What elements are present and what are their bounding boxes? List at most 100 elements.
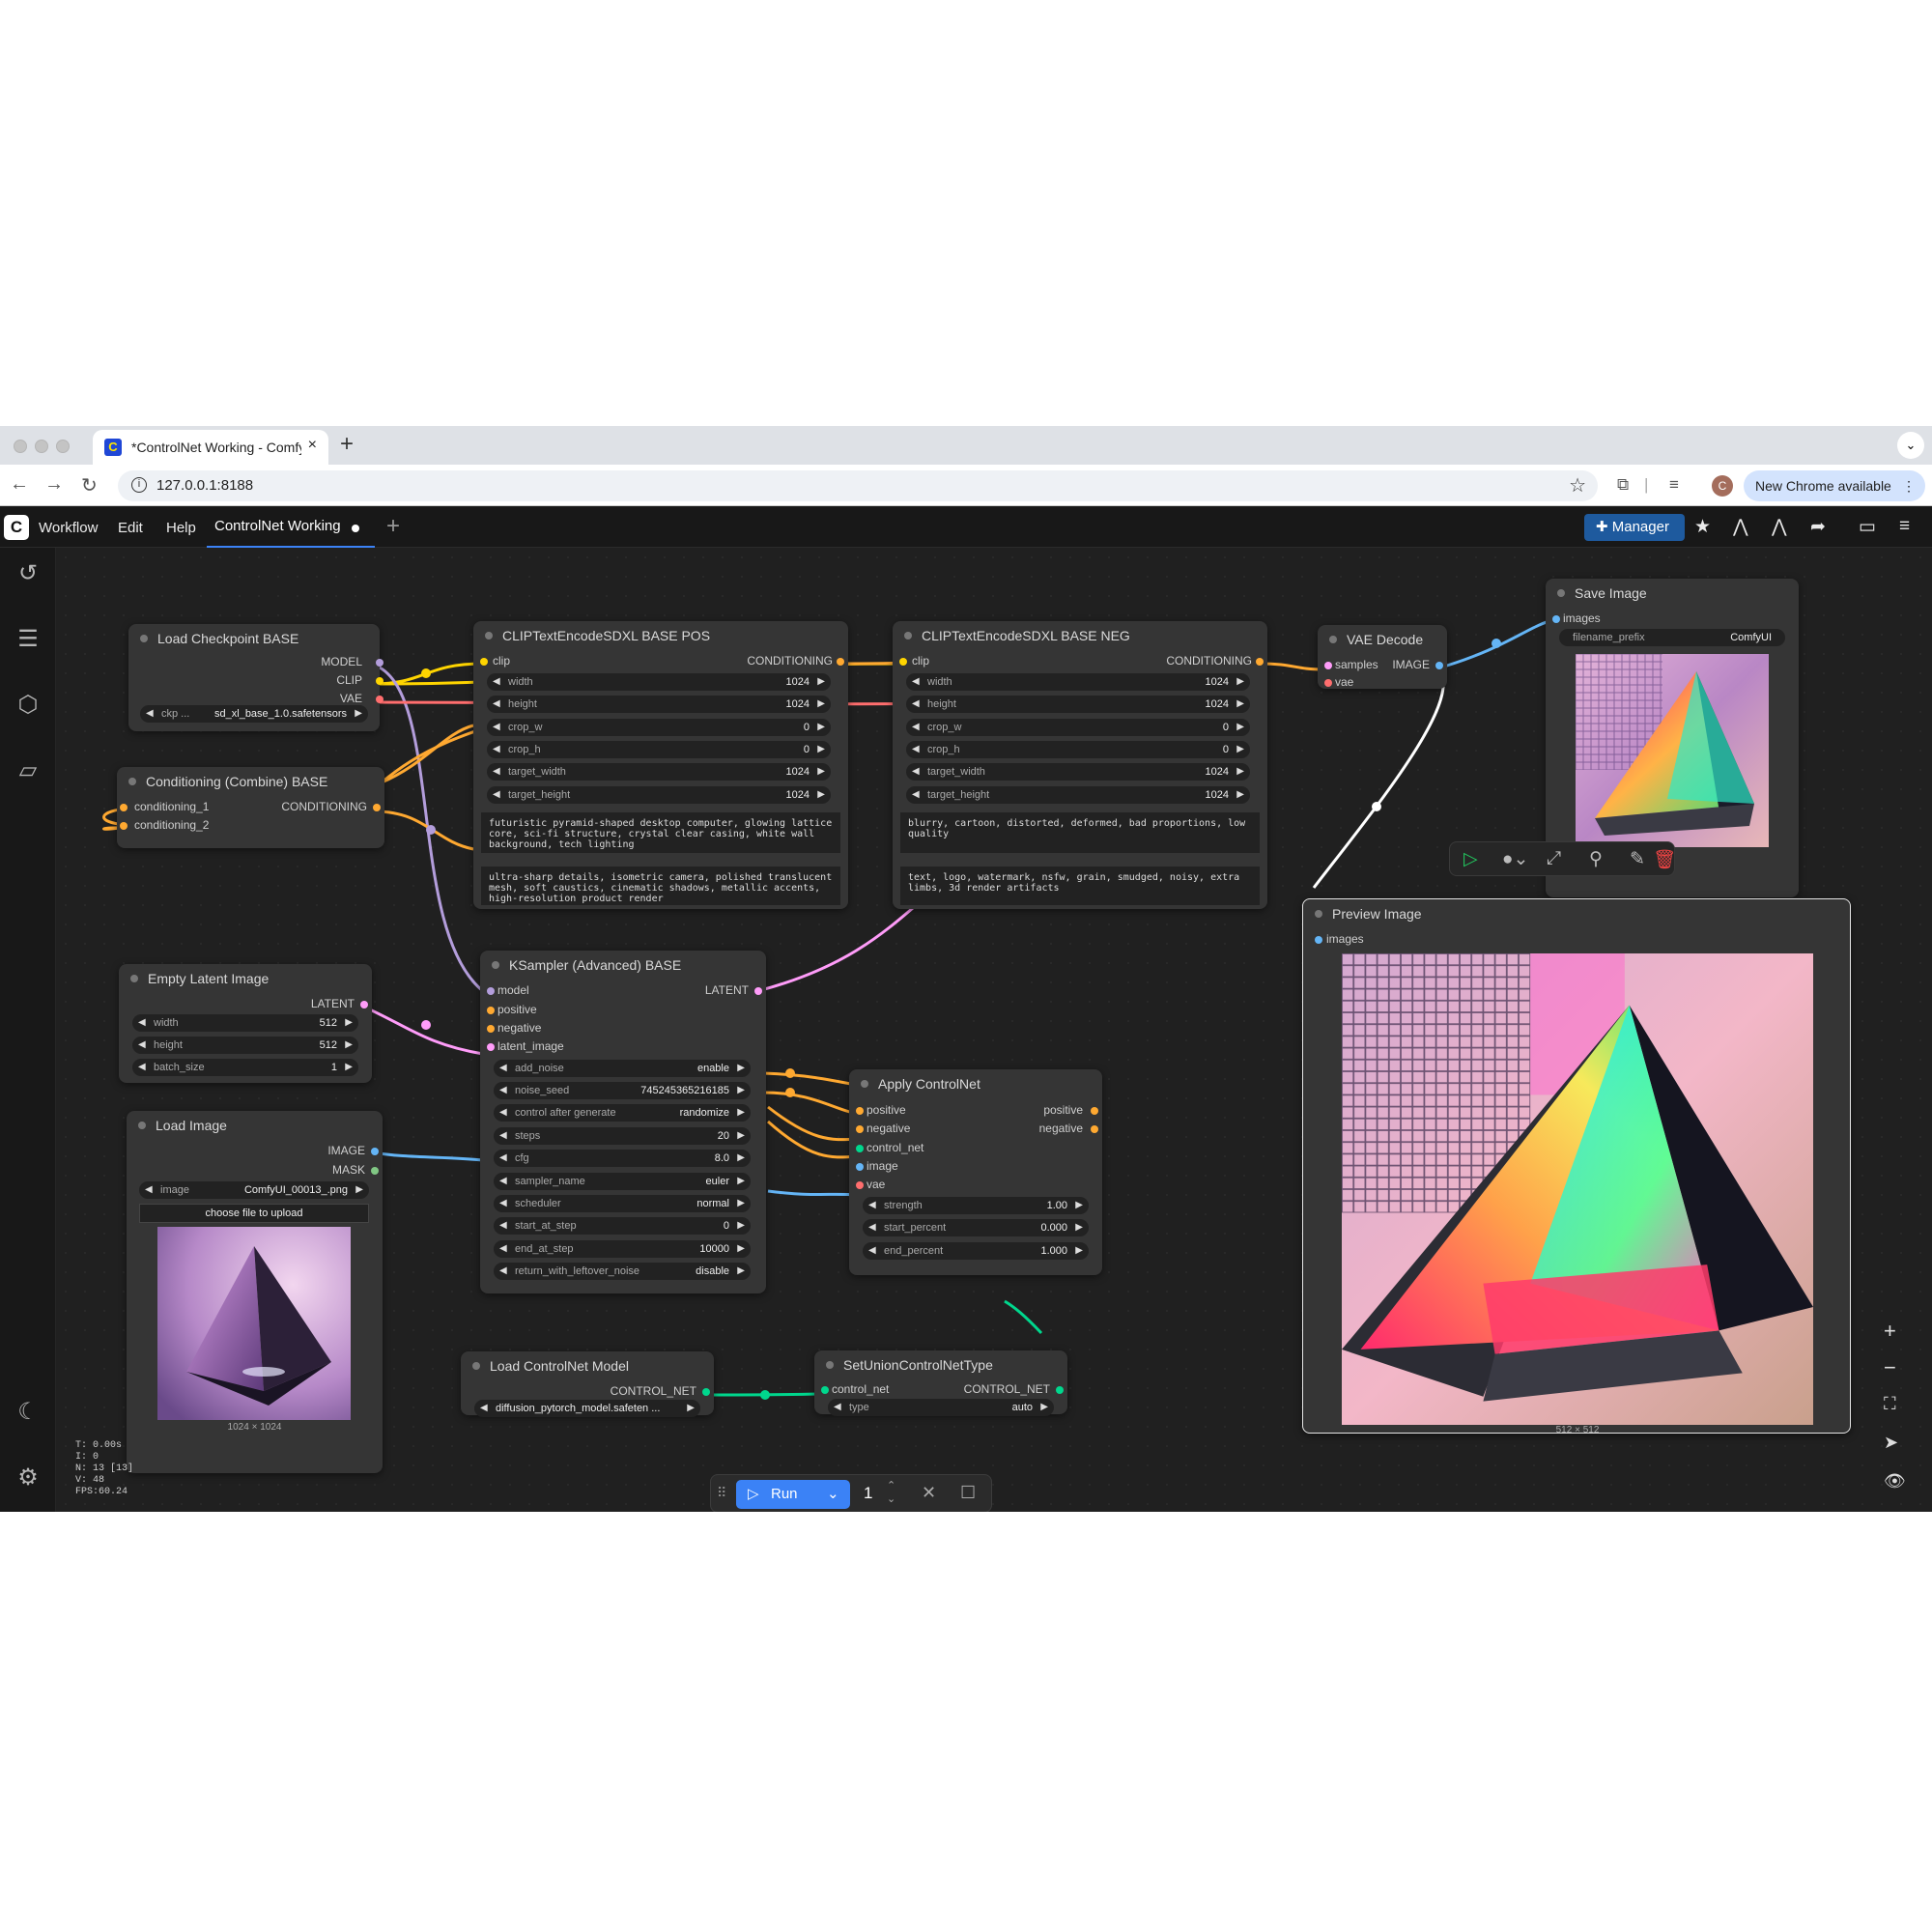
widget-sampler-name[interactable]: ◀ sampler_name euler ▶ — [494, 1173, 751, 1190]
slot-dot[interactable] — [120, 822, 128, 830]
node-title[interactable]: VAE Decode — [1318, 625, 1447, 654]
slot-dot[interactable] — [480, 658, 488, 666]
slot-dot[interactable] — [376, 659, 384, 667]
prompt-text-l[interactable]: ultra-sharp details, isometric camera, p… — [481, 867, 840, 905]
slot-dot[interactable] — [376, 677, 384, 685]
slot-dot[interactable] — [837, 658, 844, 666]
widget-crop-w[interactable]: ◀ crop_w 0 ▶ — [906, 719, 1250, 736]
widget-target-width[interactable]: ◀ target_width 1024 ▶ — [906, 763, 1250, 781]
run-button[interactable]: ▷ Run ⌄ — [736, 1480, 850, 1509]
slot-dot[interactable] — [1552, 615, 1560, 623]
slot-dot[interactable] — [899, 658, 907, 666]
saved-image-preview[interactable] — [1576, 654, 1769, 847]
widget-width[interactable]: ◀ width 1024 ▶ — [906, 673, 1250, 691]
widget-start-percent[interactable]: ◀ start_percent 0.000 ▶ — [863, 1219, 1089, 1236]
node-title[interactable]: Load Image — [127, 1111, 383, 1140]
node-title[interactable]: Conditioning (Combine) BASE — [117, 767, 384, 796]
slot-dot[interactable] — [1435, 662, 1443, 669]
widget-height[interactable]: ◀ height 1024 ▶ — [487, 696, 831, 713]
widget-width[interactable]: ◀ width 512 ▶ — [132, 1014, 358, 1032]
slot-dot[interactable] — [487, 1043, 495, 1051]
widget-steps[interactable]: ◀ steps 20 ▶ — [494, 1127, 751, 1145]
slot-dot[interactable] — [821, 1386, 829, 1394]
node-load-controlnet[interactable]: Load ControlNet Model CONTROL_NET ◀ diffu… — [461, 1351, 714, 1417]
node-empty-latent[interactable]: Empty Latent Image LATENT ◀ width 512 ▶ ◀ he… — [119, 964, 372, 1083]
slot-dot[interactable] — [1256, 658, 1264, 666]
widget-controlnet-name[interactable]: ◀ diffusion_pytorch_model.safeten ... ▶ — [474, 1400, 700, 1417]
select-mode-icon[interactable]: ➤ — [1884, 1433, 1898, 1453]
prompt-text-l[interactable]: text, logo, watermark, nsfw, grain, smud… — [900, 867, 1260, 905]
zoom-out-icon[interactable]: − — [1884, 1355, 1896, 1380]
widget-image-select[interactable]: ◀ image ComfyUI_00013_.png ▶ — [139, 1181, 369, 1199]
node-title[interactable]: Preview Image — [1303, 899, 1850, 928]
preview-image-output[interactable] — [1342, 953, 1813, 1425]
widget-ckpt-name[interactable]: ◀ ckp ... sd_xl_base_1.0.safetensors ▶ — [140, 705, 368, 723]
delete-trash-icon[interactable]: 🗑 — [1653, 848, 1676, 871]
prompt-text-g[interactable]: futuristic pyramid-shaped desktop comput… — [481, 812, 840, 853]
slot-dot[interactable] — [120, 804, 128, 811]
slot-dot[interactable] — [360, 1001, 368, 1009]
widget-height[interactable]: ◀ height 512 ▶ — [132, 1037, 358, 1054]
node-title[interactable]: CLIPTextEncodeSDXL BASE NEG — [893, 621, 1267, 650]
slot-dot[interactable] — [1324, 679, 1332, 687]
zoom-in-icon[interactable]: + — [1884, 1319, 1896, 1344]
slot-dot[interactable] — [856, 1163, 864, 1171]
slot-dot[interactable] — [1324, 662, 1332, 669]
run-selected-icon[interactable]: ▷ — [1463, 848, 1478, 870]
upload-button[interactable]: choose file to upload — [139, 1204, 369, 1223]
node-title[interactable]: Apply ControlNet — [849, 1069, 1102, 1098]
widget-target-width[interactable]: ◀ target_width 1024 ▶ — [487, 763, 831, 781]
edit-pencil-icon[interactable]: ✎ — [1630, 848, 1645, 870]
prompt-text-g[interactable]: blurry, cartoon, distorted, deformed, ba… — [900, 812, 1260, 853]
widget-scheduler[interactable]: ◀ scheduler normal ▶ — [494, 1195, 751, 1212]
widget-height[interactable]: ◀ height 1024 ▶ — [906, 696, 1250, 713]
widget-filename-prefix[interactable]: filename_prefix ComfyUI — [1559, 629, 1785, 646]
slot-dot[interactable] — [487, 1025, 495, 1033]
drag-handle-icon[interactable]: ⠿ — [717, 1485, 726, 1501]
node-ksampler-advanced[interactable]: KSampler (Advanced) BASE model positive … — [480, 951, 766, 1293]
cancel-x-icon[interactable]: ✕ — [922, 1483, 936, 1503]
color-picker-icon[interactable]: ●⌄ — [1502, 848, 1528, 870]
node-apply-controlnet[interactable]: Apply ControlNet positive negative contr… — [849, 1069, 1102, 1275]
run-mode-chevron-icon[interactable]: ⌄ — [827, 1480, 839, 1509]
widget-target-height[interactable]: ◀ target_height 1024 ▶ — [906, 786, 1250, 804]
widget-return-with-leftover-noise[interactable]: ◀ return_with_leftover_noise disable ▶ — [494, 1263, 751, 1280]
slot-dot[interactable] — [856, 1181, 864, 1189]
slot-dot[interactable] — [856, 1107, 864, 1115]
slot-dot[interactable] — [487, 1007, 495, 1014]
widget-add-noise[interactable]: ◀ add_noise enable ▶ — [494, 1060, 751, 1077]
node-load-checkpoint[interactable]: Load Checkpoint BASE MODEL CLIP VAE ◀ ckp… — [128, 624, 384, 731]
widget-control-after-generate[interactable]: ◀ control after generate randomize ▶ — [494, 1104, 751, 1122]
widget-width[interactable]: ◀ width 1024 ▶ — [487, 673, 831, 691]
widget-noise-seed[interactable]: ◀ noise_seed 745245365216185 ▶ — [494, 1082, 751, 1099]
widget-end-at-step[interactable]: ◀ end_at_step 10000 ▶ — [494, 1240, 751, 1258]
node-title[interactable]: SetUnionControlNetType — [814, 1350, 1067, 1379]
node-preview-image[interactable]: Preview Image images 512 × 512 — [1302, 898, 1851, 1435]
node-title[interactable]: Load ControlNet Model — [461, 1351, 714, 1380]
widget-crop-w[interactable]: ◀ crop_w 0 ▶ — [487, 719, 831, 736]
slot-dot[interactable] — [376, 696, 384, 703]
slot-dot[interactable] — [1315, 936, 1322, 944]
node-conditioning-combine[interactable]: Conditioning (Combine) BASE conditioning… — [117, 767, 384, 848]
widget-crop-h[interactable]: ◀ crop_h 0 ▶ — [487, 741, 831, 758]
node-clip-encode-neg[interactable]: CLIPTextEncodeSDXL BASE NEG clip CONDITI… — [893, 621, 1267, 909]
node-load-image[interactable]: Load Image IMAGE MASK ◀ image ComfyUI_0001… — [127, 1111, 383, 1473]
slot-dot[interactable] — [1091, 1107, 1098, 1115]
node-title[interactable]: Load Checkpoint BASE — [128, 624, 380, 653]
node-vae-decode[interactable]: VAE Decode samples vae IMAGE — [1318, 625, 1447, 689]
node-title[interactable]: CLIPTextEncodeSDXL BASE POS — [473, 621, 848, 650]
node-clip-encode-pos[interactable]: CLIPTextEncodeSDXL BASE POS clip CONDITI… — [473, 621, 848, 909]
slot-dot[interactable] — [754, 987, 762, 995]
widget-end-percent[interactable]: ◀ end_percent 1.000 ▶ — [863, 1242, 1089, 1260]
slot-dot[interactable] — [856, 1145, 864, 1152]
toggle-links-eye-icon[interactable]: 👁 — [1884, 1471, 1906, 1492]
stop-square-icon[interactable]: ☐ — [960, 1483, 976, 1503]
slot-dot[interactable] — [702, 1388, 710, 1396]
node-title[interactable]: Empty Latent Image — [119, 964, 372, 993]
widget-cfg[interactable]: ◀ cfg 8.0 ▶ — [494, 1150, 751, 1167]
widget-strength[interactable]: ◀ strength 1.00 ▶ — [863, 1197, 1089, 1214]
widget-union-type[interactable]: ◀ type auto ▶ — [828, 1399, 1054, 1416]
bypass-icon[interactable]: ⤢ — [1547, 848, 1561, 869]
widget-target-height[interactable]: ◀ target_height 1024 ▶ — [487, 786, 831, 804]
node-set-union-controlnet[interactable]: SetUnionControlNetType control_net CONTR… — [814, 1350, 1067, 1416]
